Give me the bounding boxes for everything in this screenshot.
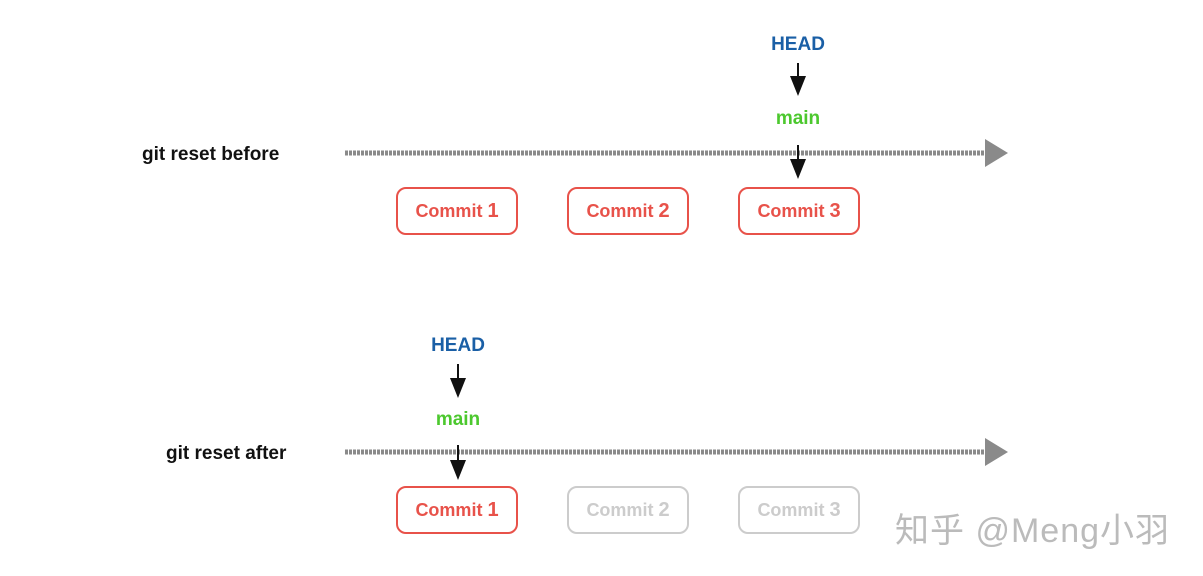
branch-main-before: main	[775, 108, 821, 129]
head-pointer-after: HEAD	[431, 335, 485, 356]
commit-number: 2	[658, 199, 670, 222]
before-label: git reset before	[142, 144, 280, 165]
commit-word: Commit	[415, 200, 483, 221]
commit-box-before-3: Commit 3	[738, 187, 860, 235]
commit-box-before-2: Commit 2	[567, 187, 689, 235]
watermark: 知乎 @Meng小羽	[895, 512, 1171, 550]
commit-number: 3	[829, 498, 841, 521]
commit-number: 3	[829, 199, 841, 222]
after-label: git reset after	[166, 443, 287, 464]
commit-word: Commit	[757, 200, 825, 221]
commit-word: Commit	[586, 499, 654, 520]
timeline-before	[345, 139, 1008, 167]
commit-number: 1	[487, 498, 499, 521]
commit-number: 2	[658, 498, 670, 521]
head-pointer-before: HEAD	[771, 34, 825, 55]
commit-word: Commit	[757, 499, 825, 520]
commit-box-after-2: Commit 2	[567, 486, 689, 534]
timeline-after	[345, 438, 1008, 466]
diagram-canvas: git reset before HEAD main git reset aft…	[0, 0, 1203, 576]
commit-box-before-1: Commit 1	[396, 187, 518, 235]
commit-number: 1	[487, 199, 499, 222]
branch-main-after: main	[435, 409, 481, 430]
commit-box-after-3: Commit 3	[738, 486, 860, 534]
commit-word: Commit	[415, 499, 483, 520]
commit-word: Commit	[586, 200, 654, 221]
commit-box-after-1: Commit 1	[396, 486, 518, 534]
